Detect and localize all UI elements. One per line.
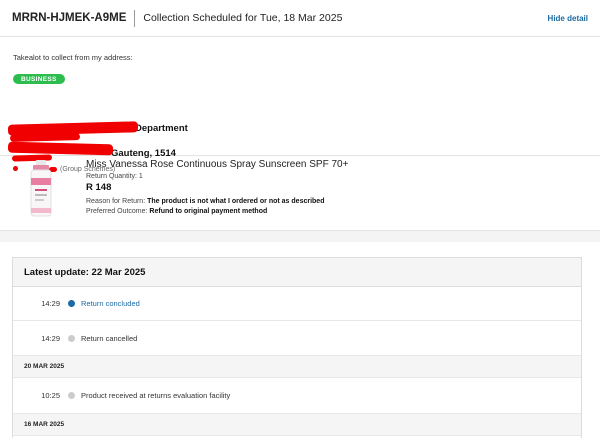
address-line-1: Department (135, 123, 188, 134)
timeline-event: 14:29 Return cancelled (13, 321, 581, 356)
timeline-box: Latest update: 22 Mar 2025 14:29 Return … (12, 257, 582, 438)
timeline-date-header: 20 MAR 2025 (13, 356, 581, 378)
business-badge: BUSINESS (13, 74, 65, 84)
status-dot-icon (68, 392, 75, 399)
event-text: Return cancelled (81, 333, 138, 343)
product-image (26, 160, 56, 221)
collection-address: Takealot to collect from my address: BUS… (0, 37, 600, 173)
address-intro: Takealot to collect from my address: (13, 53, 133, 62)
event-text: Product received at returns evaluation f… (81, 391, 231, 400)
event-time: 14:29 (41, 333, 60, 343)
event-time: 10:25 (41, 391, 60, 400)
status-dot-icon (68, 334, 75, 342)
collection-schedule: Collection Scheduled for Tue, 18 Mar 202… (143, 12, 343, 24)
timeline-event: 10:25 Product received at returns evalua… (13, 378, 581, 414)
return-reference: MRRN-HJMEK-A9ME (12, 12, 127, 24)
event-text: Return concluded (81, 299, 140, 308)
timeline-date-header: 16 MAR 2025 (13, 414, 581, 436)
product-price: R 148 (86, 182, 112, 193)
return-header: MRRN-HJMEK-A9ME Collection Scheduled for… (0, 0, 600, 37)
timeline-event: 14:29 Return concluded (13, 287, 581, 321)
return-detail-card: MRRN-HJMEK-A9ME Collection Scheduled for… (0, 0, 600, 231)
preferred-outcome: Preferred Outcome: Refund to original pa… (86, 208, 267, 215)
return-quantity: Return Quantity: 1 (86, 173, 143, 180)
product-name[interactable]: Miss Vanessa Rose Continuous Spray Sunsc… (86, 159, 348, 170)
outcome-label: Preferred Outcome: (86, 208, 148, 215)
timeline-card: Latest update: 22 Mar 2025 14:29 Return … (0, 242, 600, 438)
reason-label: Reason for Return: (86, 198, 146, 205)
event-time: 14:29 (41, 299, 60, 308)
redaction-mark (9, 133, 81, 142)
status-dot-icon (68, 300, 75, 307)
outcome-value: Refund to original payment method (149, 208, 268, 215)
header-divider (134, 9, 136, 27)
hide-detail-link[interactable]: Hide detail (548, 14, 588, 23)
redaction-mark (7, 141, 114, 156)
timeline-title: Latest update: 22 Mar 2025 (13, 258, 581, 287)
reason-value: The product is not what I ordered or not… (147, 198, 325, 205)
return-reason: Reason for Return: The product is not wh… (86, 198, 324, 205)
